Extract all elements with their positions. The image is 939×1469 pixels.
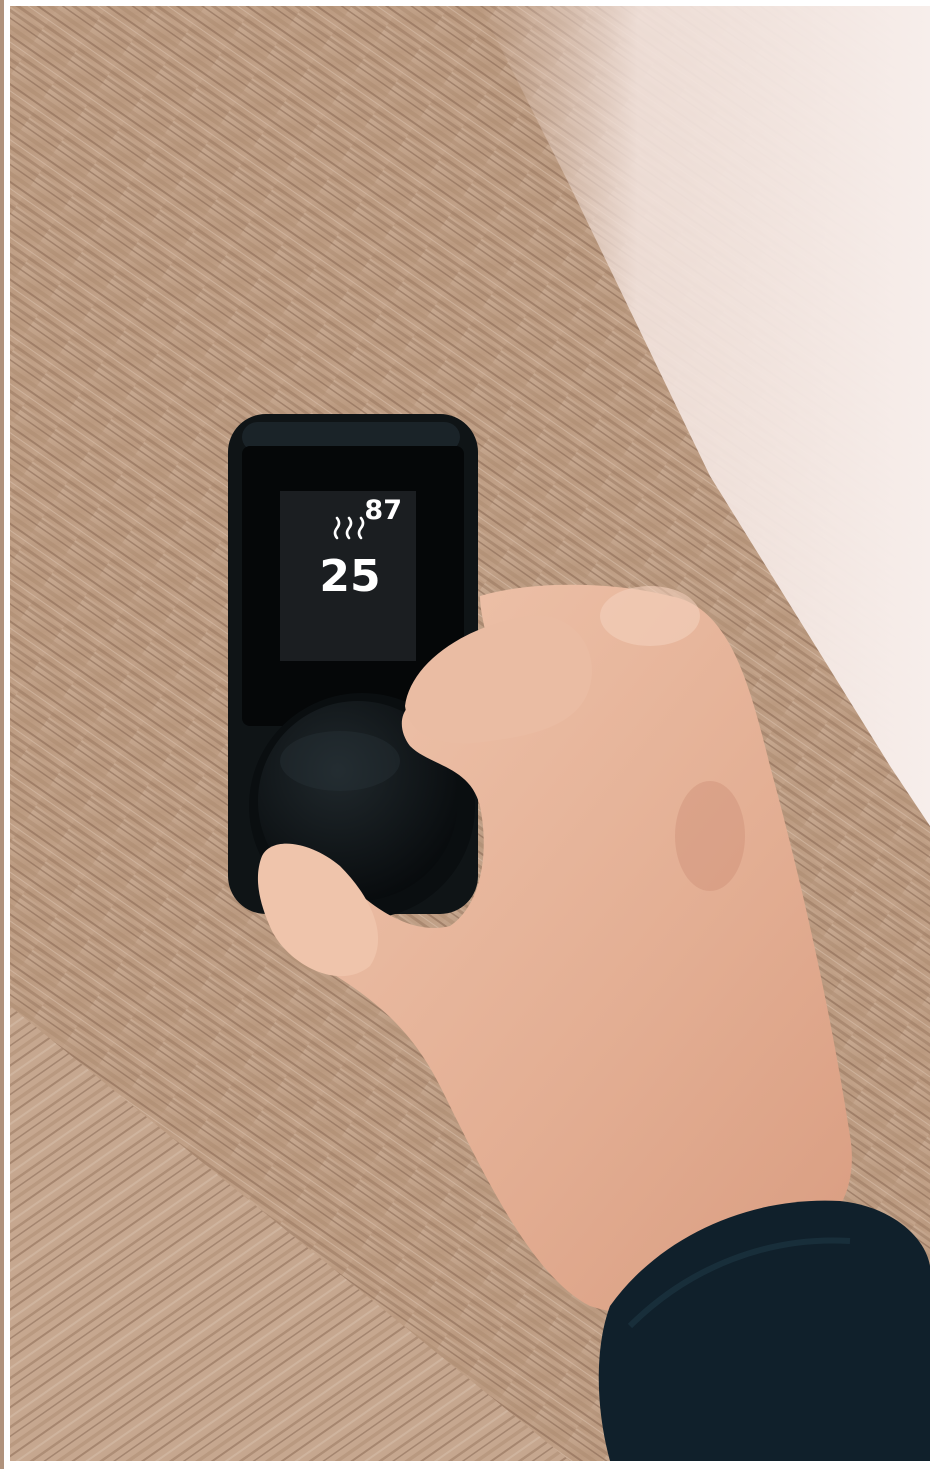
photo-scene: 87 25 xyxy=(10,6,930,1461)
screen-top-value: 87 xyxy=(364,495,402,526)
screen-main-value: 25 xyxy=(319,551,380,602)
photo-frame: 87 25 xyxy=(0,0,939,1469)
thermostat-screen: 87 25 xyxy=(280,491,416,661)
scene-svg: 87 25 xyxy=(10,6,930,1461)
left-border xyxy=(0,0,4,1469)
